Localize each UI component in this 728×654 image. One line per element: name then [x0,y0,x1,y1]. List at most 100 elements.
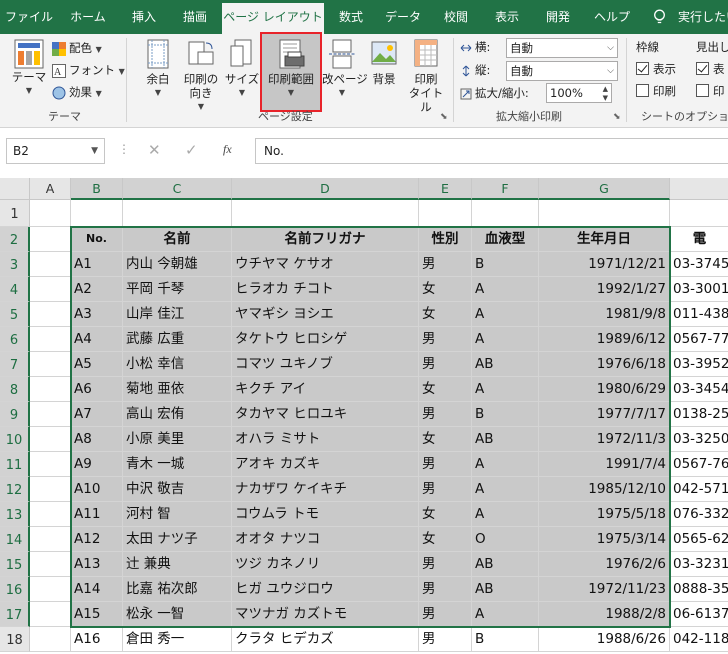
background-button[interactable]: 背景 [366,38,402,86]
row-header-17[interactable]: 17 [0,602,30,627]
table-cell[interactable]: 松永 一智 [123,602,232,627]
cell-a[interactable] [30,627,71,652]
table-cell[interactable]: 小松 幸信 [123,352,232,377]
headings-print-checkbox[interactable]: 印 [696,82,725,100]
table-cell[interactable]: ヒガ ユウジロウ [232,577,419,602]
table-cell[interactable]: 06-6137 [670,602,728,627]
cell-a[interactable] [30,377,71,402]
cell-a[interactable] [30,200,71,227]
insert-function-icon[interactable]: fx [223,142,232,157]
table-cell[interactable]: 男 [419,352,472,377]
table-cell[interactable] [472,200,539,227]
table-cell[interactable]: 男 [419,327,472,352]
table-cell[interactable]: オハラ ミサト [232,427,419,452]
tab-home[interactable]: ホーム [58,0,118,34]
cell-a[interactable] [30,252,71,277]
name-box[interactable]: B2 ▼ [6,138,105,164]
column-header-a[interactable]: A [30,178,71,200]
cell-a[interactable] [30,402,71,427]
table-cell[interactable]: A7 [71,402,123,427]
table-cell[interactable]: 女 [419,427,472,452]
table-cell[interactable]: 1976/6/18 [539,352,670,377]
table-cell[interactable]: 菊地 亜依 [123,377,232,402]
cell-a[interactable] [30,502,71,527]
table-cell[interactable]: A8 [71,427,123,452]
table-cell[interactable]: 042-571 [670,477,728,502]
column-header-h[interactable] [670,178,728,200]
table-cell[interactable]: 1975/3/14 [539,527,670,552]
height-select[interactable]: 自動 ⌵ [506,61,618,81]
table-cell[interactable]: マツナガ カズトモ [232,602,419,627]
table-cell[interactable]: 比嘉 祐次郎 [123,577,232,602]
row-header-7[interactable]: 7 [0,352,30,377]
row-header-12[interactable]: 12 [0,477,30,502]
table-cell[interactable]: 武藤 広重 [123,327,232,352]
row-header-18[interactable]: 18 [0,627,30,652]
table-cell[interactable]: 076-332 [670,502,728,527]
table-cell[interactable]: A9 [71,452,123,477]
table-cell[interactable]: A11 [71,502,123,527]
table-cell[interactable]: AB [472,352,539,377]
table-cell[interactable]: 男 [419,477,472,502]
table-cell[interactable]: ヒラオカ チコト [232,277,419,302]
table-cell[interactable]: アオキ カズキ [232,452,419,477]
table-cell[interactable]: 女 [419,302,472,327]
table-cell[interactable]: B [472,402,539,427]
table-cell[interactable]: AB [472,427,539,452]
gridlines-print-checkbox[interactable]: 印刷 [636,82,676,100]
table-cell[interactable]: 1977/7/17 [539,402,670,427]
table-cell[interactable]: AB [472,577,539,602]
table-cell[interactable] [539,200,670,227]
column-header-f[interactable]: F [472,178,539,200]
table-cell[interactable]: 1975/5/18 [539,502,670,527]
margins-button[interactable]: 余白 ▼ [138,38,178,100]
cell-a[interactable] [30,602,71,627]
table-cell[interactable]: 小原 美里 [123,427,232,452]
table-cell[interactable]: A14 [71,577,123,602]
table-header-cell[interactable]: 生年月日 [539,227,670,252]
table-cell[interactable]: A1 [71,252,123,277]
column-header-g[interactable]: G [539,178,670,200]
table-header-cell[interactable]: 名前 [123,227,232,252]
table-cell[interactable]: A12 [71,527,123,552]
table-cell[interactable]: 0565-62 [670,527,728,552]
print-area-button[interactable]: 印刷範囲 ▼ [260,32,322,112]
table-cell[interactable] [71,200,123,227]
table-cell[interactable]: 0138-25 [670,402,728,427]
print-titles-button[interactable]: 印刷 タイトル [404,38,448,114]
themes-button[interactable]: テーマ ▼ [8,38,50,98]
table-cell[interactable]: 1972/11/3 [539,427,670,452]
cell-a[interactable] [30,452,71,477]
table-cell[interactable]: 男 [419,402,472,427]
column-header-c[interactable]: C [123,178,232,200]
table-cell[interactable]: 内山 今朝雄 [123,252,232,277]
table-cell[interactable]: A [472,452,539,477]
table-cell[interactable]: A [472,477,539,502]
cancel-icon[interactable]: ✕ [148,141,161,159]
table-cell[interactable]: A3 [71,302,123,327]
tab-help[interactable]: ヘルプ [584,0,640,34]
table-cell[interactable]: 女 [419,502,472,527]
theme-effects-button[interactable]: 効果 ▼ [52,82,102,102]
table-cell[interactable]: 女 [419,377,472,402]
table-cell[interactable]: 0888-35 [670,577,728,602]
table-cell[interactable]: A10 [71,477,123,502]
table-cell[interactable]: 山岸 佳江 [123,302,232,327]
table-cell[interactable]: 1972/11/23 [539,577,670,602]
dialog-launcher-icon[interactable]: ⬊ [440,112,448,122]
table-cell[interactable]: A16 [71,627,123,652]
spinner-arrows-icon[interactable]: ▲ ▼ [603,85,608,103]
table-cell[interactable]: クラタ ヒデカズ [232,627,419,652]
formula-input[interactable]: No. [255,138,728,164]
table-cell[interactable]: 1991/7/4 [539,452,670,477]
table-cell[interactable]: A5 [71,352,123,377]
cell-a[interactable] [30,577,71,602]
table-cell[interactable]: タケトウ ヒロシゲ [232,327,419,352]
table-cell[interactable]: B [472,252,539,277]
row-header-5[interactable]: 5 [0,302,30,327]
enter-icon[interactable]: ✓ [185,141,198,159]
row-header-1[interactable]: 1 [0,200,30,227]
table-header-cell[interactable]: 名前フリガナ [232,227,419,252]
row-header-3[interactable]: 3 [0,252,30,277]
row-header-13[interactable]: 13 [0,502,30,527]
